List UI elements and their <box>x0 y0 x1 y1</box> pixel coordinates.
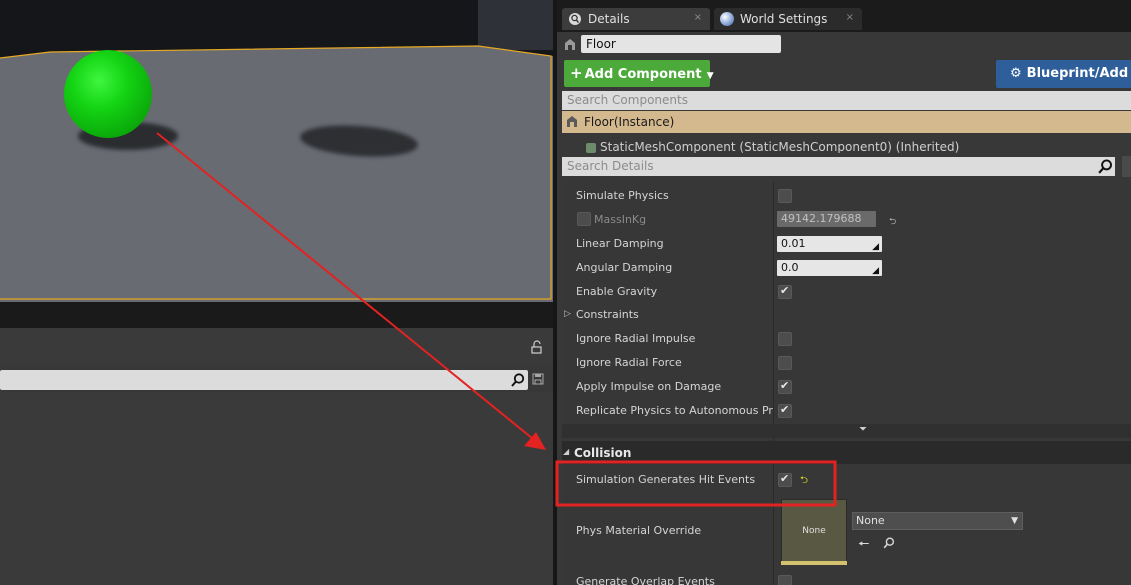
mass-label: MassInKg <box>594 213 647 226</box>
sim-hit-events-label: Simulation Generates Hit Events <box>576 473 756 486</box>
component-root-item[interactable]: Floor(Instance) <box>562 111 1131 133</box>
static-mesh-icon <box>586 143 596 153</box>
double-chevron-down-icon[interactable]: ⏷ <box>859 424 867 435</box>
generate-overlap-events-label: Generate Overlap Events <box>576 575 715 585</box>
replicate-physics-label: Replicate Physics to Autonomous Proxy <box>576 404 773 417</box>
floor-mesh[interactable] <box>0 0 553 302</box>
enable-gravity-label: Enable Gravity <box>576 285 658 298</box>
tab-world-settings[interactable]: World Settings × <box>714 8 862 30</box>
left-toolbar-strip <box>0 302 553 328</box>
component-child-item[interactable]: StaticMeshComponent (StaticMeshComponent… <box>562 136 1131 153</box>
plus-icon: + <box>570 64 583 82</box>
angular-damping-label: Angular Damping <box>576 261 673 274</box>
search-components-input[interactable]: Search Components <box>562 91 1131 110</box>
browse-search-icon[interactable] <box>882 536 896 550</box>
blueprint-button[interactable]: ⚙ Blueprint/Add S <box>996 60 1131 88</box>
add-component-button[interactable]: + Add Component ▼ <box>564 60 714 87</box>
save-icon[interactable] <box>531 372 545 386</box>
drag-icon: ◢ <box>872 242 879 252</box>
magnifier-icon <box>568 12 582 26</box>
search-icon[interactable] <box>510 372 526 388</box>
constraints-label[interactable]: Constraints <box>576 308 639 321</box>
collision-category-label: Collision <box>574 446 632 460</box>
reset-icon[interactable]: ⮌ <box>889 214 896 230</box>
add-component-label: Add Component <box>584 67 702 82</box>
apply-impulse-on-damage-label: Apply Impulse on Damage <box>576 380 722 393</box>
sim-hit-events-checkbox[interactable] <box>778 472 792 487</box>
tab-details[interactable]: Details × <box>562 8 710 30</box>
collision-category-header[interactable] <box>562 441 1131 464</box>
level-viewport[interactable] <box>0 0 553 302</box>
close-icon[interactable]: × <box>694 12 702 23</box>
replicate-physics-checkbox[interactable] <box>778 403 792 418</box>
chevron-down-icon: ▼ <box>1011 516 1018 526</box>
close-icon[interactable]: × <box>846 12 854 23</box>
enable-gravity-checkbox[interactable] <box>778 284 792 299</box>
linear-damping-field[interactable]: 0.01 ◢ <box>777 236 882 252</box>
ignore-radial-force-label: Ignore Radial Force <box>576 356 682 369</box>
left-panel-header <box>0 328 553 364</box>
linear-damping-label: Linear Damping <box>576 237 664 250</box>
reset-to-default-icon[interactable]: ⮌ <box>800 473 808 490</box>
phys-material-dropdown[interactable]: None ▼ <box>852 512 1023 530</box>
left-search-input[interactable] <box>0 370 528 390</box>
mass-override-checkbox[interactable] <box>577 212 591 226</box>
actor-icon <box>565 114 579 128</box>
chevron-down-icon: ▼ <box>703 71 714 81</box>
collapse-arrow-icon[interactable]: ◢ <box>563 447 569 456</box>
green-sphere[interactable] <box>64 50 152 138</box>
mass-field[interactable]: 49142.179688 <box>777 211 876 227</box>
apply-impulse-on-damage-checkbox[interactable] <box>778 379 792 394</box>
thumbnail-asset-bar <box>781 561 847 565</box>
left-list-area <box>0 392 553 585</box>
tab-label: Details <box>588 12 630 26</box>
use-selected-arrow-icon[interactable]: 🠔 <box>858 535 869 557</box>
actor-name-field[interactable]: Floor <box>581 35 781 53</box>
angular-damping-field[interactable]: 0.0 ◢ <box>777 260 882 276</box>
phys-material-value: None <box>856 514 885 527</box>
simulate-physics-label: Simulate Physics <box>576 189 669 202</box>
search-icon[interactable] <box>1097 158 1114 175</box>
phys-material-override-label: Phys Material Override <box>576 524 702 537</box>
simulate-physics-checkbox[interactable] <box>778 189 792 203</box>
ignore-radial-impulse-label: Ignore Radial Impulse <box>576 332 696 345</box>
ignore-radial-impulse-checkbox[interactable] <box>778 332 792 346</box>
generate-overlap-events-checkbox[interactable] <box>778 575 792 585</box>
actor-icon <box>563 37 577 51</box>
tab-label: World Settings <box>740 12 828 26</box>
column-divider[interactable] <box>773 182 774 585</box>
drag-icon: ◢ <box>872 266 879 276</box>
linear-damping-value: 0.01 <box>781 237 806 250</box>
thumbnail-label: None <box>802 526 826 536</box>
view-options-button[interactable] <box>1122 156 1131 177</box>
blueprint-icon: ⚙ <box>1010 66 1022 81</box>
search-details-input[interactable]: Search Details <box>562 157 1115 176</box>
lock-icon[interactable] <box>530 340 544 354</box>
globe-icon <box>720 12 734 26</box>
expand-arrow-icon[interactable]: ▷ <box>564 309 571 319</box>
angular-damping-value: 0.0 <box>781 261 799 274</box>
ignore-radial-force-checkbox[interactable] <box>778 356 792 370</box>
advanced-expander[interactable] <box>562 424 1131 438</box>
blueprint-label: Blueprint/Add S <box>1026 66 1131 81</box>
